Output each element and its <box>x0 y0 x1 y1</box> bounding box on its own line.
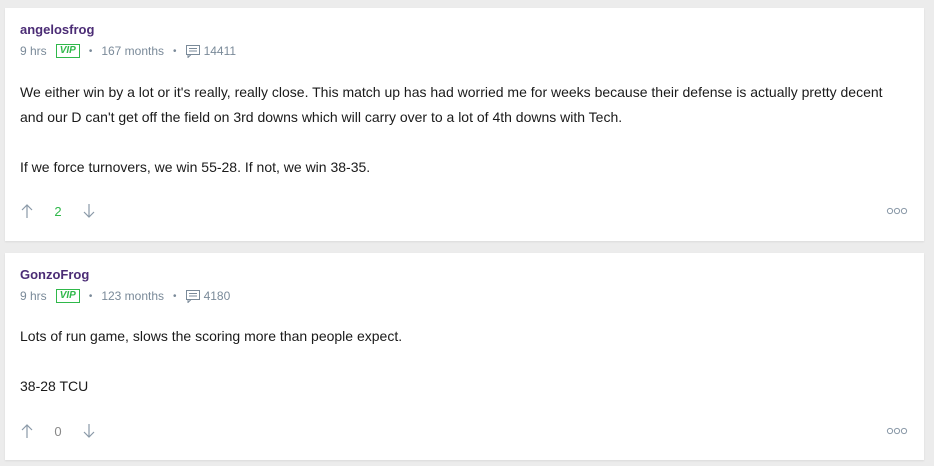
vote-score: 2 <box>54 203 62 219</box>
post-username[interactable]: angelosfrog <box>20 22 94 37</box>
post-time: 9 hrs <box>20 289 47 303</box>
more-options-icon[interactable] <box>886 207 908 215</box>
separator-dot: • <box>88 290 93 302</box>
post-paragraph: Lots of run game, slows the scoring more… <box>20 328 403 344</box>
post-username[interactable]: GonzoFrog <box>20 267 89 282</box>
post-meta: 9 hrs VIP • 123 months • 4180 <box>20 289 230 303</box>
member-tenure: 167 months <box>101 44 165 58</box>
post-card: GonzoFrog 9 hrs VIP • 123 months • 4180 … <box>5 253 924 460</box>
post-paragraph: If we force turnovers, we win 55-28. If … <box>20 159 371 175</box>
vote-actions: 0 <box>20 423 96 439</box>
vote-score: 0 <box>54 423 62 439</box>
post-time: 9 hrs <box>20 44 47 58</box>
comment-icon <box>185 289 200 303</box>
post-paragraph: 38-28 TCU <box>20 378 89 394</box>
post-meta: 9 hrs VIP • 167 months • 14411 <box>20 44 236 58</box>
member-tenure: 123 months <box>101 289 165 303</box>
arrow-down-icon[interactable] <box>82 203 96 219</box>
post-card: angelosfrog 9 hrs VIP • 167 months • 144… <box>5 8 924 241</box>
vip-badge: VIP <box>55 289 80 303</box>
more-options-icon[interactable] <box>886 427 908 435</box>
comment-count: 14411 <box>203 44 237 58</box>
separator-dot: • <box>88 45 93 57</box>
post-paragraph: We either win by a lot or it's really, r… <box>20 84 883 125</box>
post-body: Lots of run game, slows the scoring more… <box>20 324 900 399</box>
separator-dot: • <box>173 45 177 57</box>
comment-count: 4180 <box>203 289 231 303</box>
arrow-up-icon[interactable] <box>20 203 34 219</box>
post-body: We either win by a lot or it's really, r… <box>20 80 900 180</box>
arrow-up-icon[interactable] <box>20 423 34 439</box>
comment-icon <box>185 44 200 58</box>
separator-dot: • <box>173 290 177 302</box>
vip-badge: VIP <box>55 44 80 58</box>
vote-actions: 2 <box>20 203 96 219</box>
arrow-down-icon[interactable] <box>82 423 96 439</box>
